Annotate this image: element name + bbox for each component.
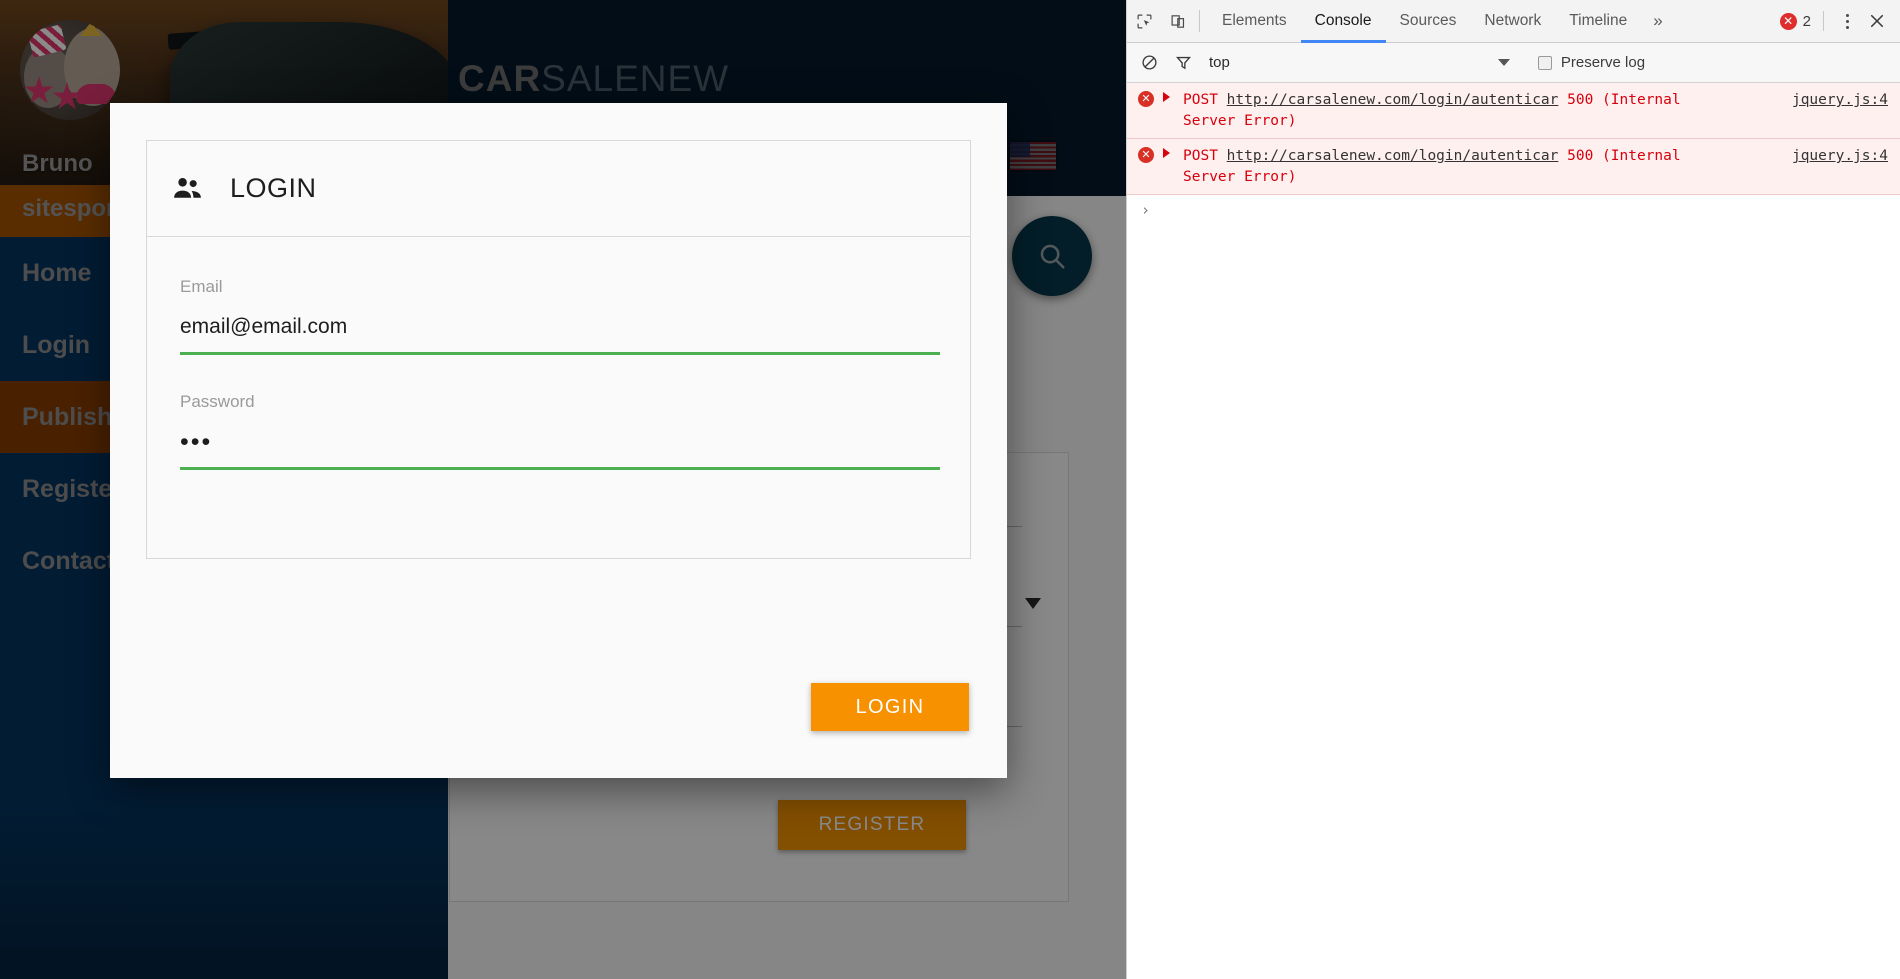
password-underline bbox=[180, 467, 940, 470]
login-modal-body: Email email@email.com Password ••• bbox=[146, 237, 971, 559]
console-context-selector[interactable]: top bbox=[1209, 54, 1230, 71]
email-field-group: Email email@email.com bbox=[180, 277, 940, 355]
inspect-element-icon[interactable] bbox=[1127, 0, 1161, 43]
devtools-toolbar-right: ✕ 2 bbox=[1779, 11, 1900, 31]
status-badge[interactable]: ✕ 2 bbox=[1779, 12, 1811, 30]
email-label: Email bbox=[180, 277, 223, 296]
close-icon[interactable] bbox=[1860, 12, 1894, 30]
request-url[interactable]: http://carsalenew.com/login/autenticar bbox=[1227, 92, 1559, 108]
email-input[interactable]: email@email.com bbox=[180, 312, 940, 342]
chevron-down-icon[interactable] bbox=[1497, 59, 1510, 66]
password-label: Password bbox=[180, 392, 255, 411]
console-error-row[interactable]: ✕ POST http://carsalenew.com/login/auten… bbox=[1127, 139, 1900, 196]
request-status: 500 (Internal bbox=[1567, 148, 1681, 165]
console-error-row[interactable]: ✕ POST http://carsalenew.com/login/auten… bbox=[1127, 83, 1900, 140]
login-modal-title: LOGIN bbox=[230, 173, 317, 203]
error-count: 2 bbox=[1802, 12, 1811, 30]
tab-sources[interactable]: Sources bbox=[1386, 0, 1471, 43]
tab-elements[interactable]: Elements bbox=[1208, 0, 1301, 43]
source-link[interactable]: jquery.js:4 bbox=[1792, 90, 1888, 111]
tab-console[interactable]: Console bbox=[1301, 0, 1386, 43]
password-field-group: Password ••• bbox=[180, 392, 940, 470]
request-method: POST bbox=[1183, 148, 1218, 165]
console-prompt[interactable]: › bbox=[1127, 195, 1900, 225]
error-icon: ✕ bbox=[1779, 12, 1797, 30]
browser-page-viewport: CARSALENEW REGISTER Bruno sitespor Home … bbox=[0, 0, 1126, 979]
request-status: 500 (Internal bbox=[1567, 92, 1681, 108]
more-options-icon[interactable] bbox=[1834, 13, 1860, 29]
request-url[interactable]: http://carsalenew.com/login/autenticar bbox=[1227, 148, 1559, 164]
email-underline bbox=[180, 352, 940, 355]
source-link[interactable]: jquery.js:4 bbox=[1792, 146, 1888, 167]
toolbar-divider bbox=[1199, 10, 1200, 32]
console-message-list: ✕ POST http://carsalenew.com/login/auten… bbox=[1127, 83, 1900, 225]
filter-icon[interactable] bbox=[1171, 51, 1195, 75]
preserve-log-toggle[interactable]: Preserve log bbox=[1537, 54, 1646, 71]
login-submit-button[interactable]: LOGIN bbox=[811, 683, 969, 731]
preserve-log-checkbox[interactable] bbox=[1537, 55, 1552, 70]
toolbar-divider-right bbox=[1823, 11, 1824, 31]
device-toolbar-icon[interactable] bbox=[1161, 0, 1195, 43]
devtools-tabbar: Elements Console Sources Network Timelin… bbox=[1127, 0, 1900, 43]
devtools-panel: Elements Console Sources Network Timelin… bbox=[1126, 0, 1900, 979]
more-tabs-icon[interactable]: » bbox=[1641, 0, 1674, 43]
people-icon bbox=[172, 173, 203, 204]
request-status-cont: Server Error) bbox=[1183, 112, 1297, 129]
preserve-log-label: Preserve log bbox=[1560, 54, 1646, 71]
password-input[interactable]: ••• bbox=[180, 427, 940, 457]
request-method: POST bbox=[1183, 92, 1218, 108]
expand-triangle-icon[interactable] bbox=[1163, 148, 1170, 159]
expand-triangle-icon[interactable] bbox=[1163, 92, 1170, 102]
request-status-cont: Server Error) bbox=[1183, 168, 1297, 185]
tab-network[interactable]: Network bbox=[1470, 0, 1555, 43]
error-icon: ✕ bbox=[1138, 147, 1154, 164]
tab-timeline[interactable]: Timeline bbox=[1555, 0, 1641, 43]
clear-console-icon[interactable] bbox=[1137, 51, 1161, 75]
screen: CARSALENEW REGISTER Bruno sitespor Home … bbox=[0, 0, 1900, 979]
login-modal: LOGIN Email email@email.com Password •••… bbox=[110, 103, 1007, 778]
error-icon: ✕ bbox=[1138, 91, 1154, 107]
login-modal-header: LOGIN bbox=[146, 140, 971, 237]
console-filter-bar: top Preserve log bbox=[1127, 43, 1900, 83]
